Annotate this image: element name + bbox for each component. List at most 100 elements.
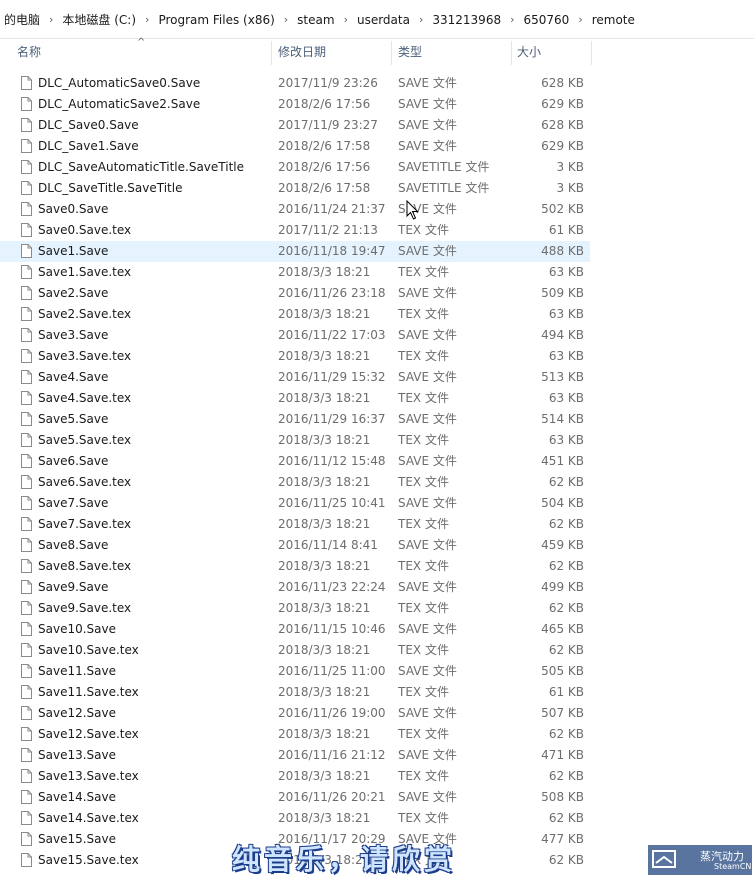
file-name: Save12.Save.tex: [38, 727, 139, 741]
file-row[interactable]: Save6.Save.tex 2018/3/3 18:21 TEX 文件 62 KB: [0, 472, 590, 493]
file-row[interactable]: DLC_SaveAutomaticTitle.SaveTitle 2018/2/6…: [0, 157, 590, 178]
file-row[interactable]: DLC_AutomaticSave0.Save 2017/11/9 23:26 SA…: [0, 73, 590, 94]
file-type: SAVE 文件: [398, 496, 457, 510]
file-row[interactable]: DLC_AutomaticSave2.Save 2018/2/6 17:56 SAV…: [0, 94, 590, 115]
file-row[interactable]: Save6.Save 2016/11/12 15:48 SAVE 文件 451 KB: [0, 451, 590, 472]
file-row[interactable]: Save7.Save 2016/11/25 10:41 SAVE 文件 504 KB: [0, 493, 590, 514]
file-name: DLC_AutomaticSave2.Save: [38, 97, 201, 111]
file-date: 2018/3/3 18:21: [278, 727, 371, 741]
file-row[interactable]: Save1.Save 2016/11/18 19:47 SAVE 文件 488 KB: [0, 241, 590, 262]
file-row[interactable]: DLC_Save1.Save 2018/2/6 17:58 SAVE 文件 629 K…: [0, 136, 590, 157]
file-date: 2016/11/23 22:24: [278, 580, 386, 594]
file-row[interactable]: DLC_Save0.Save 2017/11/9 23:27 SAVE 文件 628 …: [0, 115, 590, 136]
file-size: 488 KB: [541, 244, 584, 258]
file-row[interactable]: Save11.Save 2016/11/25 11:00 SAVE 文件 505 KB: [0, 661, 590, 682]
breadcrumb-item[interactable]: 本地磁盘 (C:): [58, 11, 140, 28]
chevron-right-icon[interactable]: ›: [505, 13, 519, 26]
breadcrumb-item[interactable]: steam: [293, 13, 338, 27]
file-size: 3 KB: [556, 160, 584, 174]
file-row[interactable]: Save10.Save 2016/11/15 10:46 SAVE 文件 465 KB: [0, 619, 590, 640]
file-row[interactable]: Save5.Save 2016/11/29 16:37 SAVE 文件 514 KB: [0, 409, 590, 430]
file-row[interactable]: Save2.Save 2016/11/26 23:18 SAVE 文件 509 KB: [0, 283, 590, 304]
column-name[interactable]: 名称: [17, 39, 41, 66]
file-name: DLC_SaveTitle.SaveTitle: [38, 181, 183, 195]
file-name: Save2.Save.tex: [38, 307, 132, 321]
file-name: Save0.Save: [38, 202, 109, 216]
file-icon: [21, 790, 32, 804]
file-row[interactable]: Save10.Save.tex 2018/3/3 18:21 TEX 文件 62 KB: [0, 640, 590, 661]
file-type: SAVE 文件: [398, 622, 457, 636]
chevron-right-icon[interactable]: ›: [573, 13, 587, 26]
file-icon: [21, 811, 32, 825]
file-row[interactable]: Save12.Save 2016/11/26 19:00 SAVE 文件 507 KB: [0, 703, 590, 724]
column-date[interactable]: 修改日期: [278, 39, 326, 66]
file-type: TEX 文件: [398, 811, 449, 825]
file-row[interactable]: Save12.Save.tex 2018/3/3 18:21 TEX 文件 62 KB: [0, 724, 590, 745]
breadcrumb-item[interactable]: 650760: [520, 13, 574, 27]
file-size: 502 KB: [541, 202, 584, 216]
file-type: TEX 文件: [398, 727, 449, 741]
file-size: 471 KB: [541, 748, 584, 762]
column-size[interactable]: 大小: [517, 39, 541, 66]
file-row[interactable]: Save4.Save.tex 2018/3/3 18:21 TEX 文件 63 KB: [0, 388, 590, 409]
file-type: TEX 文件: [398, 601, 449, 615]
file-row[interactable]: Save1.Save.tex 2018/3/3 18:21 TEX 文件 63 KB: [0, 262, 590, 283]
file-row[interactable]: Save5.Save.tex 2018/3/3 18:21 TEX 文件 63 KB: [0, 430, 590, 451]
column-divider[interactable]: [591, 41, 592, 65]
chevron-right-icon[interactable]: ›: [279, 13, 293, 26]
file-row[interactable]: Save8.Save.tex 2018/3/3 18:21 TEX 文件 62 KB: [0, 556, 590, 577]
file-row[interactable]: Save2.Save.tex 2018/3/3 18:21 TEX 文件 63 KB: [0, 304, 590, 325]
file-type: SAVE 文件: [398, 328, 457, 342]
file-row[interactable]: Save13.Save 2016/11/16 21:12 SAVE 文件 471 KB: [0, 745, 590, 766]
file-row[interactable]: Save3.Save 2016/11/22 17:03 SAVE 文件 494 KB: [0, 325, 590, 346]
file-date: 2016/11/26 23:18: [278, 286, 386, 300]
address-bar[interactable]: 的电脑 › 本地磁盘 (C:) › Program Files (x86) › steam ›…: [0, 0, 754, 39]
breadcrumb-item[interactable]: userdata: [353, 13, 414, 27]
file-row[interactable]: Save7.Save.tex 2018/3/3 18:21 TEX 文件 62 KB: [0, 514, 590, 535]
column-divider[interactable]: [511, 41, 512, 65]
file-row[interactable]: DLC_SaveTitle.SaveTitle 2018/2/6 17:58 SAV…: [0, 178, 590, 199]
file-name: Save13.Save.tex: [38, 769, 139, 783]
file-icon: [21, 727, 32, 741]
file-icon: [21, 559, 32, 573]
file-row[interactable]: Save14.Save 2016/11/26 20:21 SAVE 文件 508 KB: [0, 787, 590, 808]
chevron-right-icon[interactable]: ›: [339, 13, 353, 26]
file-row[interactable]: Save9.Save 2016/11/23 22:24 SAVE 文件 499 KB: [0, 577, 590, 598]
file-icon: [21, 181, 32, 195]
column-divider[interactable]: [391, 41, 392, 65]
file-type: TEX 文件: [398, 265, 449, 279]
file-row[interactable]: Save0.Save.tex 2017/11/2 21:13 TEX 文件 61 KB: [0, 220, 590, 241]
file-row[interactable]: Save8.Save 2016/11/14 8:41 SAVE 文件 459 KB: [0, 535, 590, 556]
file-row[interactable]: Save13.Save.tex 2018/3/3 18:21 TEX 文件 62 KB: [0, 766, 590, 787]
file-name: Save12.Save: [38, 706, 116, 720]
file-size: 62 KB: [548, 727, 584, 741]
file-row[interactable]: Save9.Save.tex 2018/3/3 18:21 TEX 文件 62 KB: [0, 598, 590, 619]
file-row[interactable]: Save3.Save.tex 2018/3/3 18:21 TEX 文件 63 KB: [0, 346, 590, 367]
file-row[interactable]: Save4.Save 2016/11/29 15:32 SAVE 文件 513 KB: [0, 367, 590, 388]
file-row[interactable]: Save0.Save 2016/11/24 21:37 SAVE 文件 502 KB: [0, 199, 590, 220]
file-type: TEX 文件: [398, 433, 449, 447]
chevron-right-icon[interactable]: ›: [140, 13, 154, 26]
file-row[interactable]: Save14.Save.tex 2018/3/3 18:21 TEX 文件 62 KB: [0, 808, 590, 829]
chevron-right-icon[interactable]: ›: [414, 13, 428, 26]
column-type[interactable]: 类型: [398, 39, 422, 66]
file-size: 513 KB: [541, 370, 584, 384]
file-date: 2017/11/9 23:26: [278, 76, 378, 90]
breadcrumb-item[interactable]: 的电脑: [0, 11, 44, 28]
file-type: TEX 文件: [398, 223, 449, 237]
file-row[interactable]: Save11.Save.tex 2018/3/3 18:21 TEX 文件 61 KB: [0, 682, 590, 703]
file-size: 63 KB: [548, 265, 584, 279]
file-size: 62 KB: [548, 811, 584, 825]
breadcrumb-item[interactable]: 331213968: [428, 13, 505, 27]
watermark-subtitle: SteamCN: [714, 862, 752, 871]
file-date: 2018/2/6 17:58: [278, 139, 371, 153]
column-divider[interactable]: [271, 41, 272, 65]
file-name: Save5.Save.tex: [38, 433, 132, 447]
file-icon: [21, 433, 32, 447]
file-icon: [21, 580, 32, 594]
file-type: SAVE 文件: [398, 538, 457, 552]
breadcrumb-item[interactable]: remote: [588, 13, 639, 27]
column-header: ^ 名称 修改日期 类型 大小: [0, 37, 754, 66]
breadcrumb-item[interactable]: Program Files (x86): [154, 13, 278, 27]
chevron-right-icon[interactable]: ›: [44, 13, 58, 26]
